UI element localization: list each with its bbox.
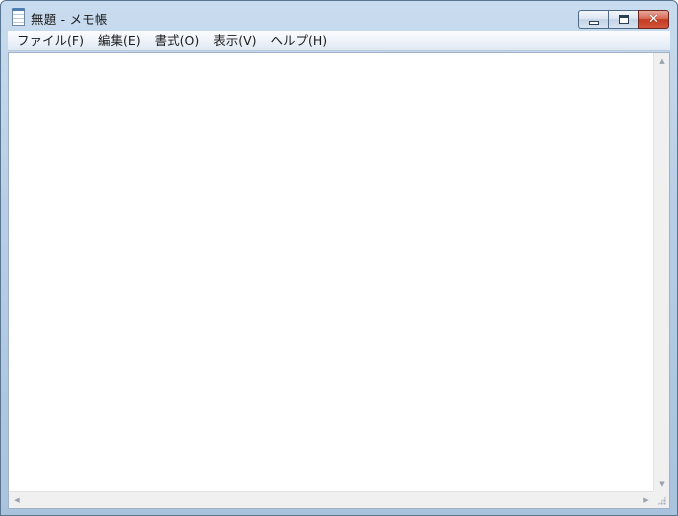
menu-view[interactable]: 表示(V): [206, 31, 263, 51]
close-icon: ✕: [648, 12, 659, 27]
minimize-icon: [588, 20, 599, 25]
scroll-left-icon[interactable]: ◀: [9, 492, 25, 508]
vertical-scrollbar[interactable]: ▲ ▼: [653, 53, 669, 492]
caption-buttons: ✕: [578, 10, 669, 29]
minimize-button[interactable]: [578, 10, 608, 29]
maximize-button[interactable]: [608, 10, 638, 29]
close-button[interactable]: ✕: [638, 10, 669, 29]
horizontal-scrollbar[interactable]: ◀ ▶: [9, 491, 654, 508]
maximize-icon: [618, 15, 629, 24]
notepad-window: 無題 - メモ帳 ✕ ファイル(F) 編集(E) 書式(O) 表示(V) ヘルプ…: [0, 0, 678, 516]
menu-help[interactable]: ヘルプ(H): [264, 31, 335, 51]
menu-edit[interactable]: 編集(E): [91, 31, 148, 51]
text-editor[interactable]: [9, 53, 654, 491]
menu-file[interactable]: ファイル(F): [10, 31, 91, 51]
title-bar[interactable]: 無題 - メモ帳 ✕: [1, 1, 677, 31]
menu-format[interactable]: 書式(O): [148, 31, 207, 51]
window-title: 無題 - メモ帳: [31, 12, 108, 27]
scroll-down-icon[interactable]: ▼: [654, 476, 670, 492]
resize-grip-icon[interactable]: [653, 491, 669, 508]
editor-area: ▲ ▼ ◀ ▶: [8, 52, 670, 509]
scroll-right-icon[interactable]: ▶: [638, 492, 654, 508]
menu-bar: ファイル(F) 編集(E) 書式(O) 表示(V) ヘルプ(H): [8, 31, 670, 51]
scroll-up-icon[interactable]: ▲: [654, 53, 670, 69]
notepad-icon[interactable]: [12, 8, 25, 26]
